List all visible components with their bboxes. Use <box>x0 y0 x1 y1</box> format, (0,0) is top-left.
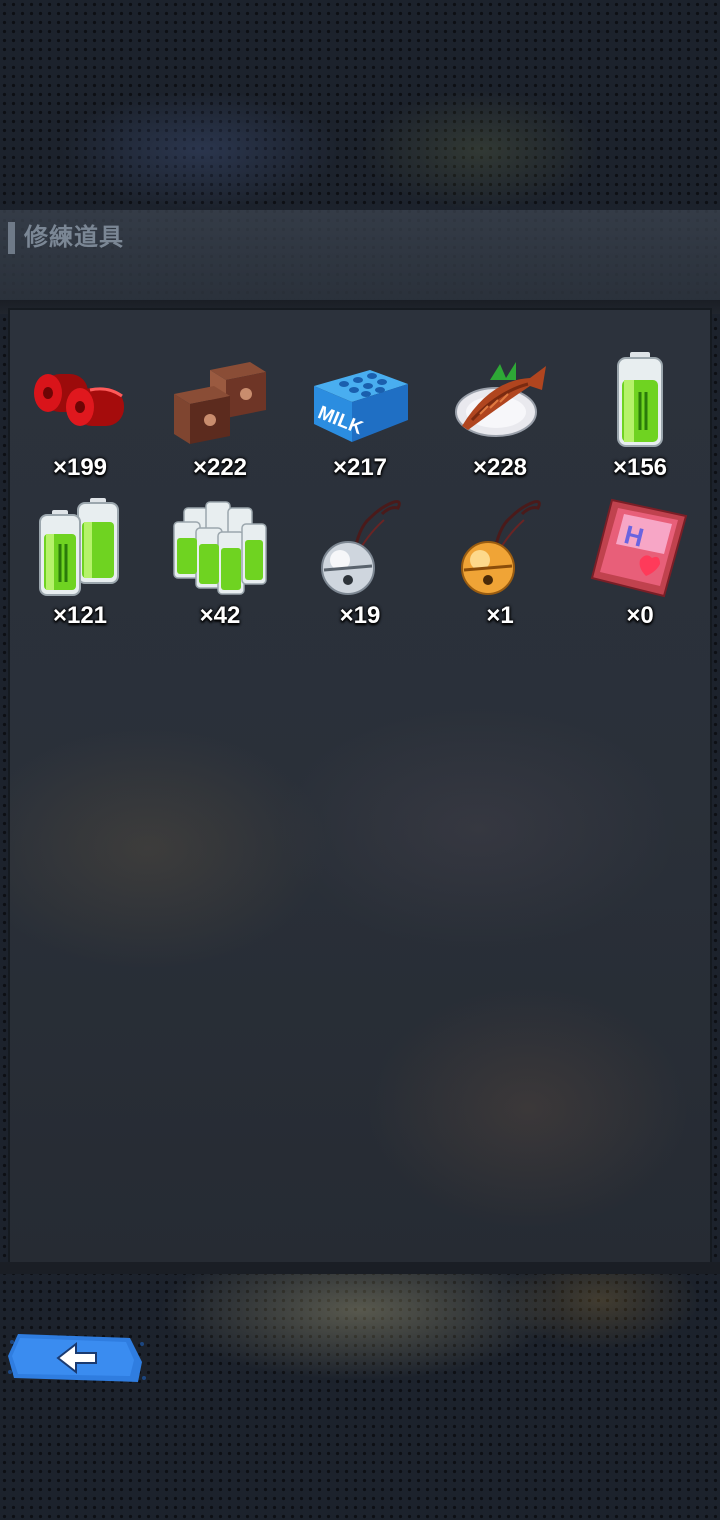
item-grilled-fish[interactable]: ×228 <box>430 350 570 490</box>
item-count: ×1 <box>486 602 514 629</box>
item-silver-bell[interactable]: ×19 <box>290 498 430 638</box>
section-title: 修練道具 <box>24 224 124 251</box>
item-count: ×199 <box>52 454 108 481</box>
item-double-battery[interactable]: ×121 <box>10 498 150 638</box>
double-battery-icon <box>39 498 119 596</box>
milk-crate-icon: MILK <box>314 370 408 442</box>
panel-bottom-edge <box>0 1262 720 1274</box>
item-count: ×228 <box>472 454 528 481</box>
gold-bell-icon <box>461 500 541 595</box>
back-arrow-icon <box>8 1334 146 1382</box>
item-count: ×0 <box>626 602 654 629</box>
item-bricks[interactable]: ×222 <box>150 350 290 490</box>
item-milk-crate[interactable]: MILK ×217 <box>290 350 430 490</box>
header-accent-bar <box>8 222 15 254</box>
item-count: ×121 <box>52 602 108 629</box>
item-count: ×217 <box>332 454 388 481</box>
item-red-weights[interactable]: ×199 <box>10 350 150 490</box>
item-count: ×156 <box>612 454 668 481</box>
item-battery[interactable]: ×156 <box>570 350 710 490</box>
item-count: ×42 <box>199 602 241 629</box>
magazine-icon: H <box>590 498 688 598</box>
grilled-fish-icon <box>455 362 546 437</box>
battery-pack-icon <box>173 501 267 595</box>
red-weights-icon <box>34 374 124 426</box>
item-count: ×222 <box>192 454 248 481</box>
item-gold-bell[interactable]: ×1 <box>430 498 570 638</box>
item-magazine[interactable]: H ×0 <box>570 498 710 638</box>
battery-icon <box>617 352 663 447</box>
item-battery-pack[interactable]: ×42 <box>150 498 290 638</box>
silver-bell-icon <box>321 500 401 595</box>
back-button[interactable] <box>6 1332 146 1384</box>
item-count: ×19 <box>339 602 381 629</box>
bricks-icon <box>174 362 266 444</box>
